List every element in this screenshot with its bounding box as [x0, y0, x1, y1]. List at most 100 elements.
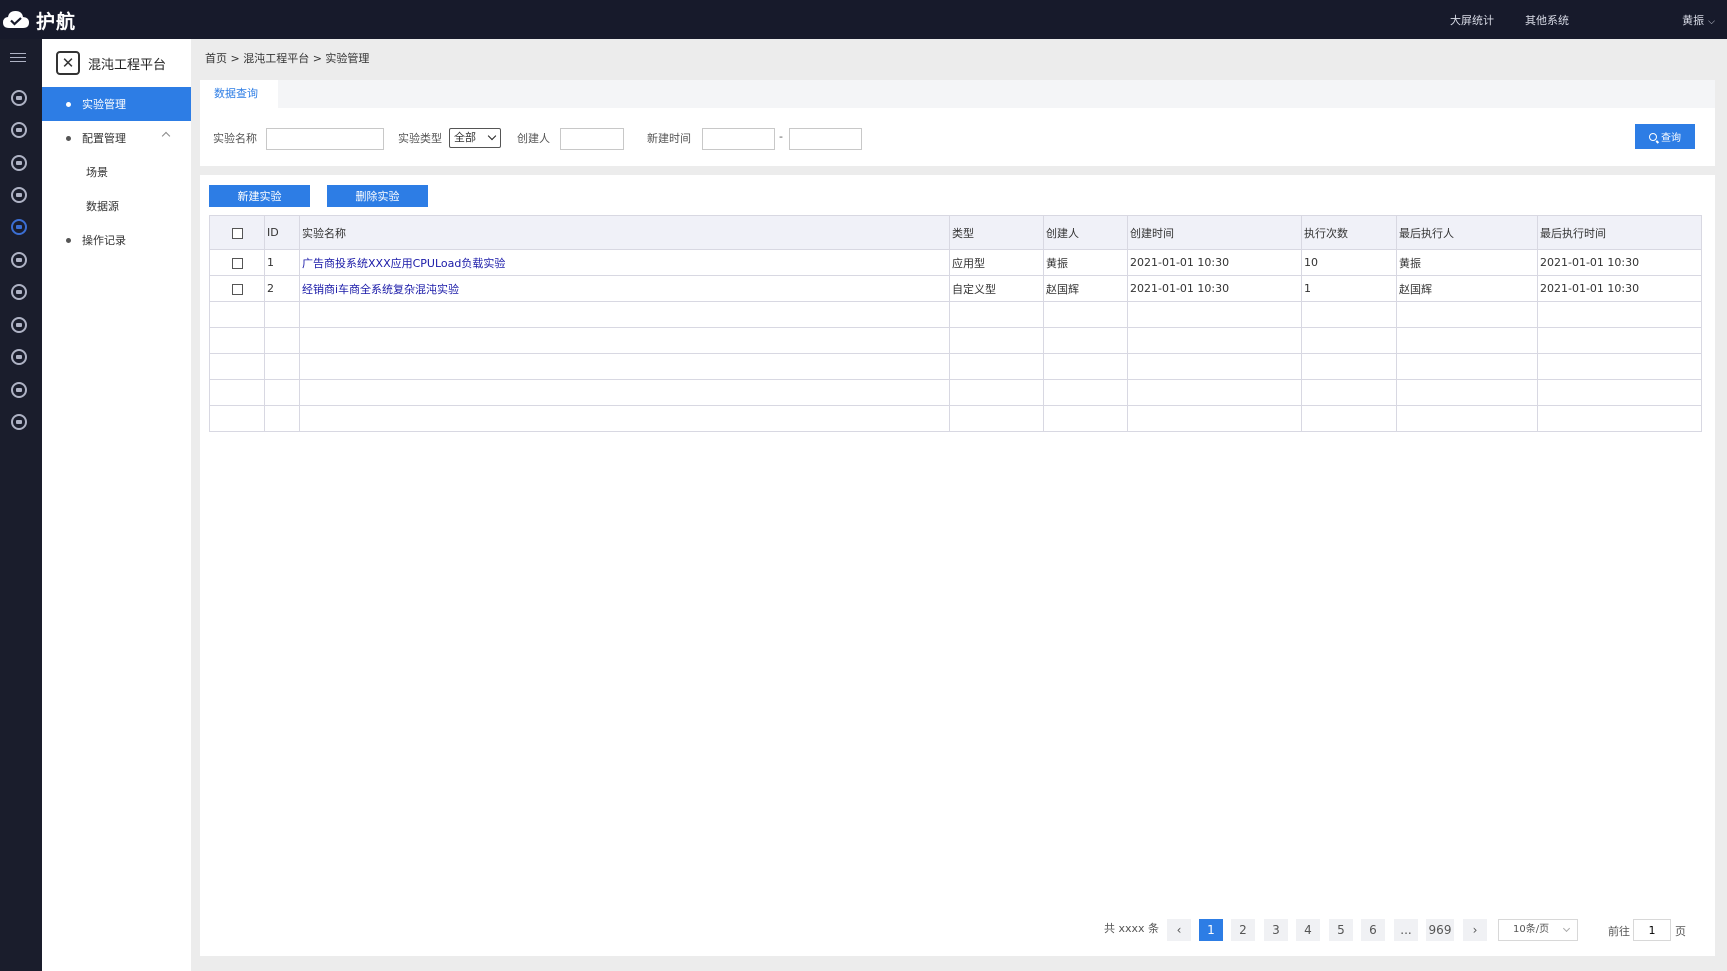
hamburger-menu-icon[interactable] [10, 53, 26, 65]
row-checkbox[interactable] [231, 283, 243, 295]
cell-type: 自定义型 [949, 275, 1044, 302]
user-menu[interactable]: 黄振 ⌵ [1682, 12, 1715, 28]
page-button-6[interactable]: 6 [1361, 919, 1385, 941]
icon-rail [0, 39, 42, 971]
bullet-icon [66, 237, 71, 243]
page-button-last[interactable]: 969 [1426, 919, 1454, 941]
empty-row [209, 379, 1702, 406]
top-link-dashboard[interactable]: 大屏统计 [1450, 12, 1494, 28]
rail-icon-2[interactable] [11, 122, 27, 138]
chevron-up-icon [161, 131, 171, 141]
creator-input[interactable] [560, 128, 624, 150]
rail-icon-7[interactable] [11, 284, 27, 300]
search-button[interactable]: 查询 [1635, 124, 1695, 149]
platform-header: ✕ 混沌工程平台 [42, 39, 191, 87]
page-size-value: 10条/页 [1513, 924, 1550, 935]
page-button-3[interactable]: 3 [1264, 919, 1288, 941]
tab-data-query[interactable]: 数据查询 [200, 80, 278, 108]
cell-type: 应用型 [949, 249, 1044, 276]
cell-exec-count: 10 [1301, 249, 1397, 276]
experiment-name-link[interactable]: 经销商i车商全系统复杂混沌实验 [302, 283, 459, 296]
empty-row [209, 301, 1702, 328]
main-panel: 新建实验 删除实验 ID 实验名称 类型 创建人 创建时间 执行次数 最后执行人… [200, 175, 1715, 956]
new-experiment-button[interactable]: 新建实验 [209, 185, 310, 207]
row-select-cell [209, 249, 265, 276]
experiment-table: ID 实验名称 类型 创建人 创建时间 执行次数 最后执行人 最后执行时间 1 … [209, 215, 1702, 432]
rail-icon-4[interactable] [11, 187, 27, 203]
side-nav: ✕ 混沌工程平台 实验管理 配置管理 场景 数据源 操作记录 [42, 39, 191, 971]
total-count: 共 xxxx 条 [1104, 922, 1160, 935]
column-header-type[interactable]: 类型 [949, 215, 1044, 250]
user-name: 黄振 [1682, 14, 1705, 27]
experiment-name-input[interactable] [266, 128, 384, 150]
cell-creator: 黄振 [1043, 249, 1128, 276]
select-all-checkbox[interactable] [231, 227, 243, 239]
delete-experiment-button[interactable]: 删除实验 [327, 185, 428, 207]
goto-label: 前往 [1608, 925, 1630, 938]
experiment-type-value: 全部 [454, 131, 476, 144]
rail-icon-chaos-active[interactable] [11, 219, 27, 235]
column-header-creator[interactable]: 创建人 [1043, 215, 1128, 250]
empty-row [209, 405, 1702, 432]
top-bar: 护航 大屏统计 其他系统 黄振 ⌵ [0, 0, 1727, 39]
page-size-select[interactable]: 10条/页 [1498, 919, 1578, 941]
table-header-row: ID 实验名称 类型 创建人 创建时间 执行次数 最后执行人 最后执行时间 [209, 215, 1702, 250]
page-button-5[interactable]: 5 [1329, 919, 1353, 941]
creator-label: 创建人 [517, 132, 550, 145]
create-time-end-input[interactable] [789, 128, 862, 150]
goto-page-input[interactable] [1633, 919, 1671, 941]
cell-creator: 赵国辉 [1043, 275, 1128, 302]
chevron-down-icon: ⌵ [1708, 17, 1715, 27]
rail-icon-10[interactable] [11, 382, 27, 398]
rail-icon-1[interactable] [11, 90, 27, 106]
column-header-exec-count[interactable]: 执行次数 [1301, 215, 1397, 250]
top-link-other-systems[interactable]: 其他系统 [1525, 12, 1569, 28]
next-page-button[interactable]: › [1463, 919, 1487, 941]
cloud-check-icon [3, 11, 29, 28]
page-button-4[interactable]: 4 [1296, 919, 1320, 941]
chevron-down-icon [487, 131, 497, 141]
cell-name: 广告商投系统XXX应用CPULoad负载实验 [299, 249, 950, 276]
breadcrumb: 首页 > 混沌工程平台 > 实验管理 [205, 52, 370, 65]
rail-icon-3[interactable] [11, 155, 27, 171]
cell-last-executor: 黄振 [1396, 249, 1538, 276]
cell-exec-count: 1 [1301, 275, 1397, 302]
column-header-last-executor[interactable]: 最后执行人 [1396, 215, 1538, 250]
column-header-id[interactable]: ID [264, 215, 300, 250]
nav-sub-datasource[interactable]: 数据源 [42, 189, 191, 223]
column-header-create-time[interactable]: 创建时间 [1127, 215, 1302, 250]
table-row: 2 经销商i车商全系统复杂混沌实验 自定义型 赵国辉 2021-01-01 10… [209, 275, 1702, 302]
cell-last-executor: 赵国辉 [1396, 275, 1538, 302]
rail-icon-6[interactable] [11, 252, 27, 268]
page-button-1[interactable]: 1 [1199, 919, 1223, 941]
page-button-2[interactable]: 2 [1231, 919, 1255, 941]
search-icon [1649, 132, 1657, 141]
platform-title: 混沌工程平台 [88, 57, 167, 73]
experiment-type-select[interactable]: 全部 [449, 128, 501, 148]
column-header-name[interactable]: 实验名称 [299, 215, 950, 250]
page-ellipsis[interactable]: ... [1394, 919, 1418, 941]
create-time-start-input[interactable] [702, 128, 775, 150]
empty-row [209, 327, 1702, 354]
tab-bar: 数据查询 [200, 80, 1715, 108]
nav-item-label: 实验管理 [82, 98, 126, 111]
experiment-name-link[interactable]: 广告商投系统XXX应用CPULoad负载实验 [302, 257, 505, 270]
cell-last-exec-time: 2021-01-01 10:30 [1537, 275, 1702, 302]
column-header-last-exec-time[interactable]: 最后执行时间 [1537, 215, 1702, 250]
row-checkbox[interactable] [231, 257, 243, 269]
brand-name: 护航 [36, 10, 77, 33]
brand-logo[interactable]: 护航 [2, 8, 77, 33]
nav-item-operation-log[interactable]: 操作记录 [42, 223, 191, 257]
search-button-label: 查询 [1661, 133, 1681, 144]
rail-icon-9[interactable] [11, 349, 27, 365]
nav-sub-scene[interactable]: 场景 [42, 155, 191, 189]
select-all-cell [209, 215, 265, 250]
nav-item-experiment-management[interactable]: 实验管理 [42, 87, 191, 121]
cell-create-time: 2021-01-01 10:30 [1127, 275, 1302, 302]
prev-page-button[interactable]: ‹ [1167, 919, 1191, 941]
nav-item-config-management[interactable]: 配置管理 [42, 121, 191, 155]
cell-last-exec-time: 2021-01-01 10:30 [1537, 249, 1702, 276]
goto-suffix: 页 [1675, 925, 1686, 938]
rail-icon-11[interactable] [11, 414, 27, 430]
rail-icon-8[interactable] [11, 317, 27, 333]
